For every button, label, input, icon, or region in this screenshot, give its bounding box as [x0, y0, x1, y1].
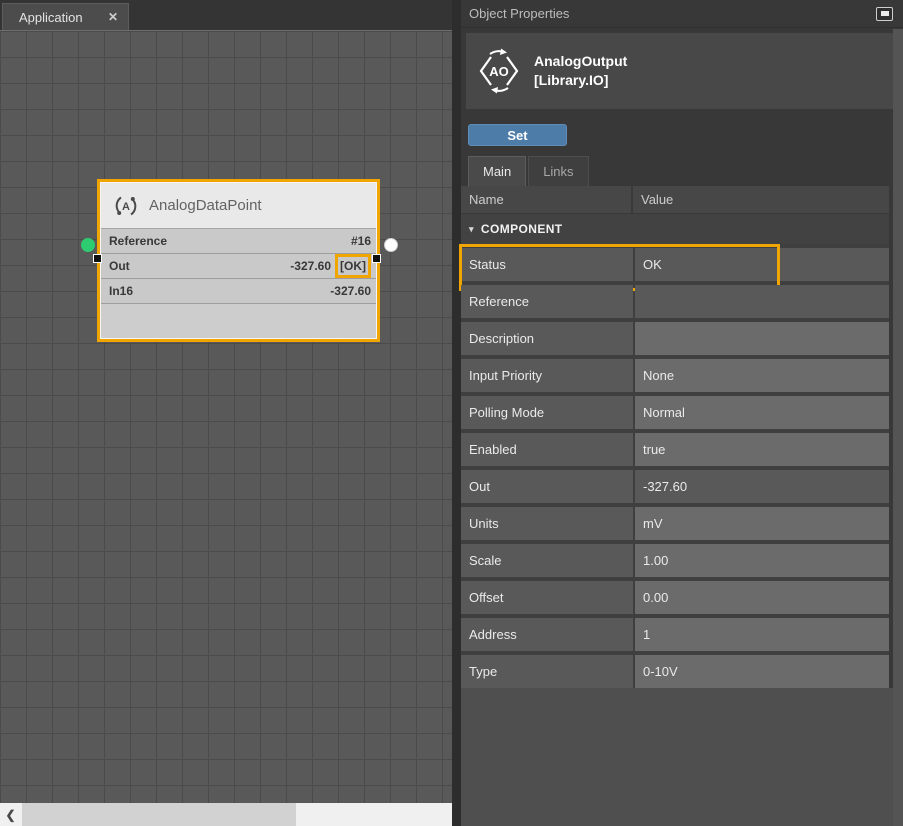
object-library: [Library.IO]	[534, 71, 627, 90]
column-header-name: Name	[461, 186, 633, 213]
property-row[interactable]: Scale 1.00	[461, 544, 889, 577]
horizontal-scrollbar[interactable]: ❮	[0, 803, 452, 826]
analog-data-point-icon: A	[113, 193, 139, 219]
analog-data-point-node[interactable]: A AnalogDataPoint Reference #16 Out -327…	[97, 179, 380, 342]
property-row[interactable]: Input Priority None	[461, 359, 889, 392]
property-row[interactable]: Type 0-10V	[461, 655, 889, 688]
tab-application[interactable]: Application ✕	[2, 3, 129, 30]
property-row[interactable]: Enabled true	[461, 433, 889, 466]
tab-links[interactable]: Links	[528, 156, 588, 186]
minimize-panel-icon[interactable]	[876, 7, 893, 21]
property-row[interactable]: Polling Mode Normal	[461, 396, 889, 429]
node-status-badge: [OK]	[335, 254, 371, 278]
property-value[interactable]: None	[635, 359, 889, 392]
property-row[interactable]: Status OK	[461, 248, 889, 281]
column-header-value: Value	[633, 192, 673, 207]
scroll-left-arrow-icon[interactable]: ❮	[0, 803, 21, 826]
property-name: Description	[461, 322, 633, 355]
property-name: Units	[461, 507, 633, 540]
property-value[interactable]: 1	[635, 618, 889, 651]
node-header: A AnalogDataPoint	[101, 183, 376, 229]
node-row[interactable]: Out -327.60 [OK]	[101, 254, 376, 279]
property-name: Reference	[461, 285, 633, 318]
horizontal-scrollbar-thumb[interactable]	[22, 803, 296, 826]
node-row-name: Out	[109, 259, 130, 273]
section-component[interactable]: ▾ COMPONENT	[461, 214, 889, 244]
property-table-header: Name Value	[461, 186, 889, 214]
node-row[interactable]: In16 -327.60	[101, 279, 376, 304]
property-row[interactable]: Reference	[461, 285, 889, 318]
panel-tabs: Main Links	[468, 156, 589, 186]
panel-titlebar: Object Properties	[461, 0, 903, 28]
tab-close-icon[interactable]: ✕	[108, 10, 118, 24]
panel-scrollbar[interactable]	[893, 29, 903, 826]
property-rows: Status OK Reference Description Input Pr…	[461, 248, 889, 688]
node-row-value: -327.60	[330, 284, 371, 298]
property-name: Type	[461, 655, 633, 688]
pane-divider[interactable]	[452, 0, 461, 826]
node-row-name: In16	[109, 284, 133, 298]
property-name: Scale	[461, 544, 633, 577]
property-value[interactable]: 0.00	[635, 581, 889, 614]
property-name: Polling Mode	[461, 396, 633, 429]
property-name: Offset	[461, 581, 633, 614]
property-name: Enabled	[461, 433, 633, 466]
input-port[interactable]	[81, 238, 95, 252]
property-value[interactable]	[635, 285, 889, 318]
analog-output-icon: AO	[476, 48, 522, 94]
collapse-arrow-icon: ▾	[469, 224, 474, 235]
property-value[interactable]: true	[635, 433, 889, 466]
canvas-tab-bar: Application ✕	[0, 0, 452, 30]
property-name: Address	[461, 618, 633, 651]
node-footer	[101, 304, 376, 338]
property-value[interactable]: OK	[635, 248, 889, 281]
selection-handle-right[interactable]	[372, 254, 381, 263]
output-port[interactable]	[384, 238, 398, 252]
panel-filler	[461, 688, 903, 826]
node-row-value: -327.60	[290, 259, 331, 273]
selection-handle-left[interactable]	[93, 254, 102, 263]
object-name: AnalogOutput	[534, 52, 627, 71]
property-value[interactable]	[635, 322, 889, 355]
minimize-bar	[881, 11, 889, 16]
property-row[interactable]: Units mV	[461, 507, 889, 540]
panel-title: Object Properties	[469, 6, 569, 21]
property-name: Input Priority	[461, 359, 633, 392]
tab-application-label: Application	[19, 10, 83, 25]
node-title: AnalogDataPoint	[149, 197, 262, 214]
svg-text:A: A	[122, 201, 130, 213]
property-table: ▾ COMPONENT Status OK Reference Descript…	[461, 214, 889, 692]
property-row[interactable]: Description	[461, 322, 889, 355]
node-row[interactable]: Reference #16	[101, 229, 376, 254]
property-value[interactable]: mV	[635, 507, 889, 540]
canvas-pane: Application ✕ A AnalogDataPoint Refer	[0, 0, 452, 826]
property-row[interactable]: Out -327.60	[461, 470, 889, 503]
property-value[interactable]: -327.60	[635, 470, 889, 503]
svg-text:AO: AO	[489, 64, 509, 79]
set-button[interactable]: Set	[468, 124, 567, 146]
property-name: Out	[461, 470, 633, 503]
property-row[interactable]: Address 1	[461, 618, 889, 651]
property-value[interactable]: 1.00	[635, 544, 889, 577]
property-name: Status	[461, 248, 633, 281]
node-row-value: #16	[351, 234, 371, 248]
wiresheet-canvas[interactable]: A AnalogDataPoint Reference #16 Out -327…	[0, 30, 452, 803]
node-row-name: Reference	[109, 234, 167, 248]
property-value[interactable]: Normal	[635, 396, 889, 429]
object-properties-panel: Object Properties AO AnalogOutput [Libra…	[461, 0, 903, 826]
object-card: AO AnalogOutput [Library.IO]	[466, 33, 893, 109]
property-value[interactable]: 0-10V	[635, 655, 889, 688]
section-component-label: COMPONENT	[481, 222, 563, 236]
application-window: Application ✕ A AnalogDataPoint Refer	[0, 0, 903, 826]
node-rows: Reference #16 Out -327.60 [OK] In16 -327…	[101, 229, 376, 304]
tab-main[interactable]: Main	[468, 156, 526, 186]
property-row[interactable]: Offset 0.00	[461, 581, 889, 614]
